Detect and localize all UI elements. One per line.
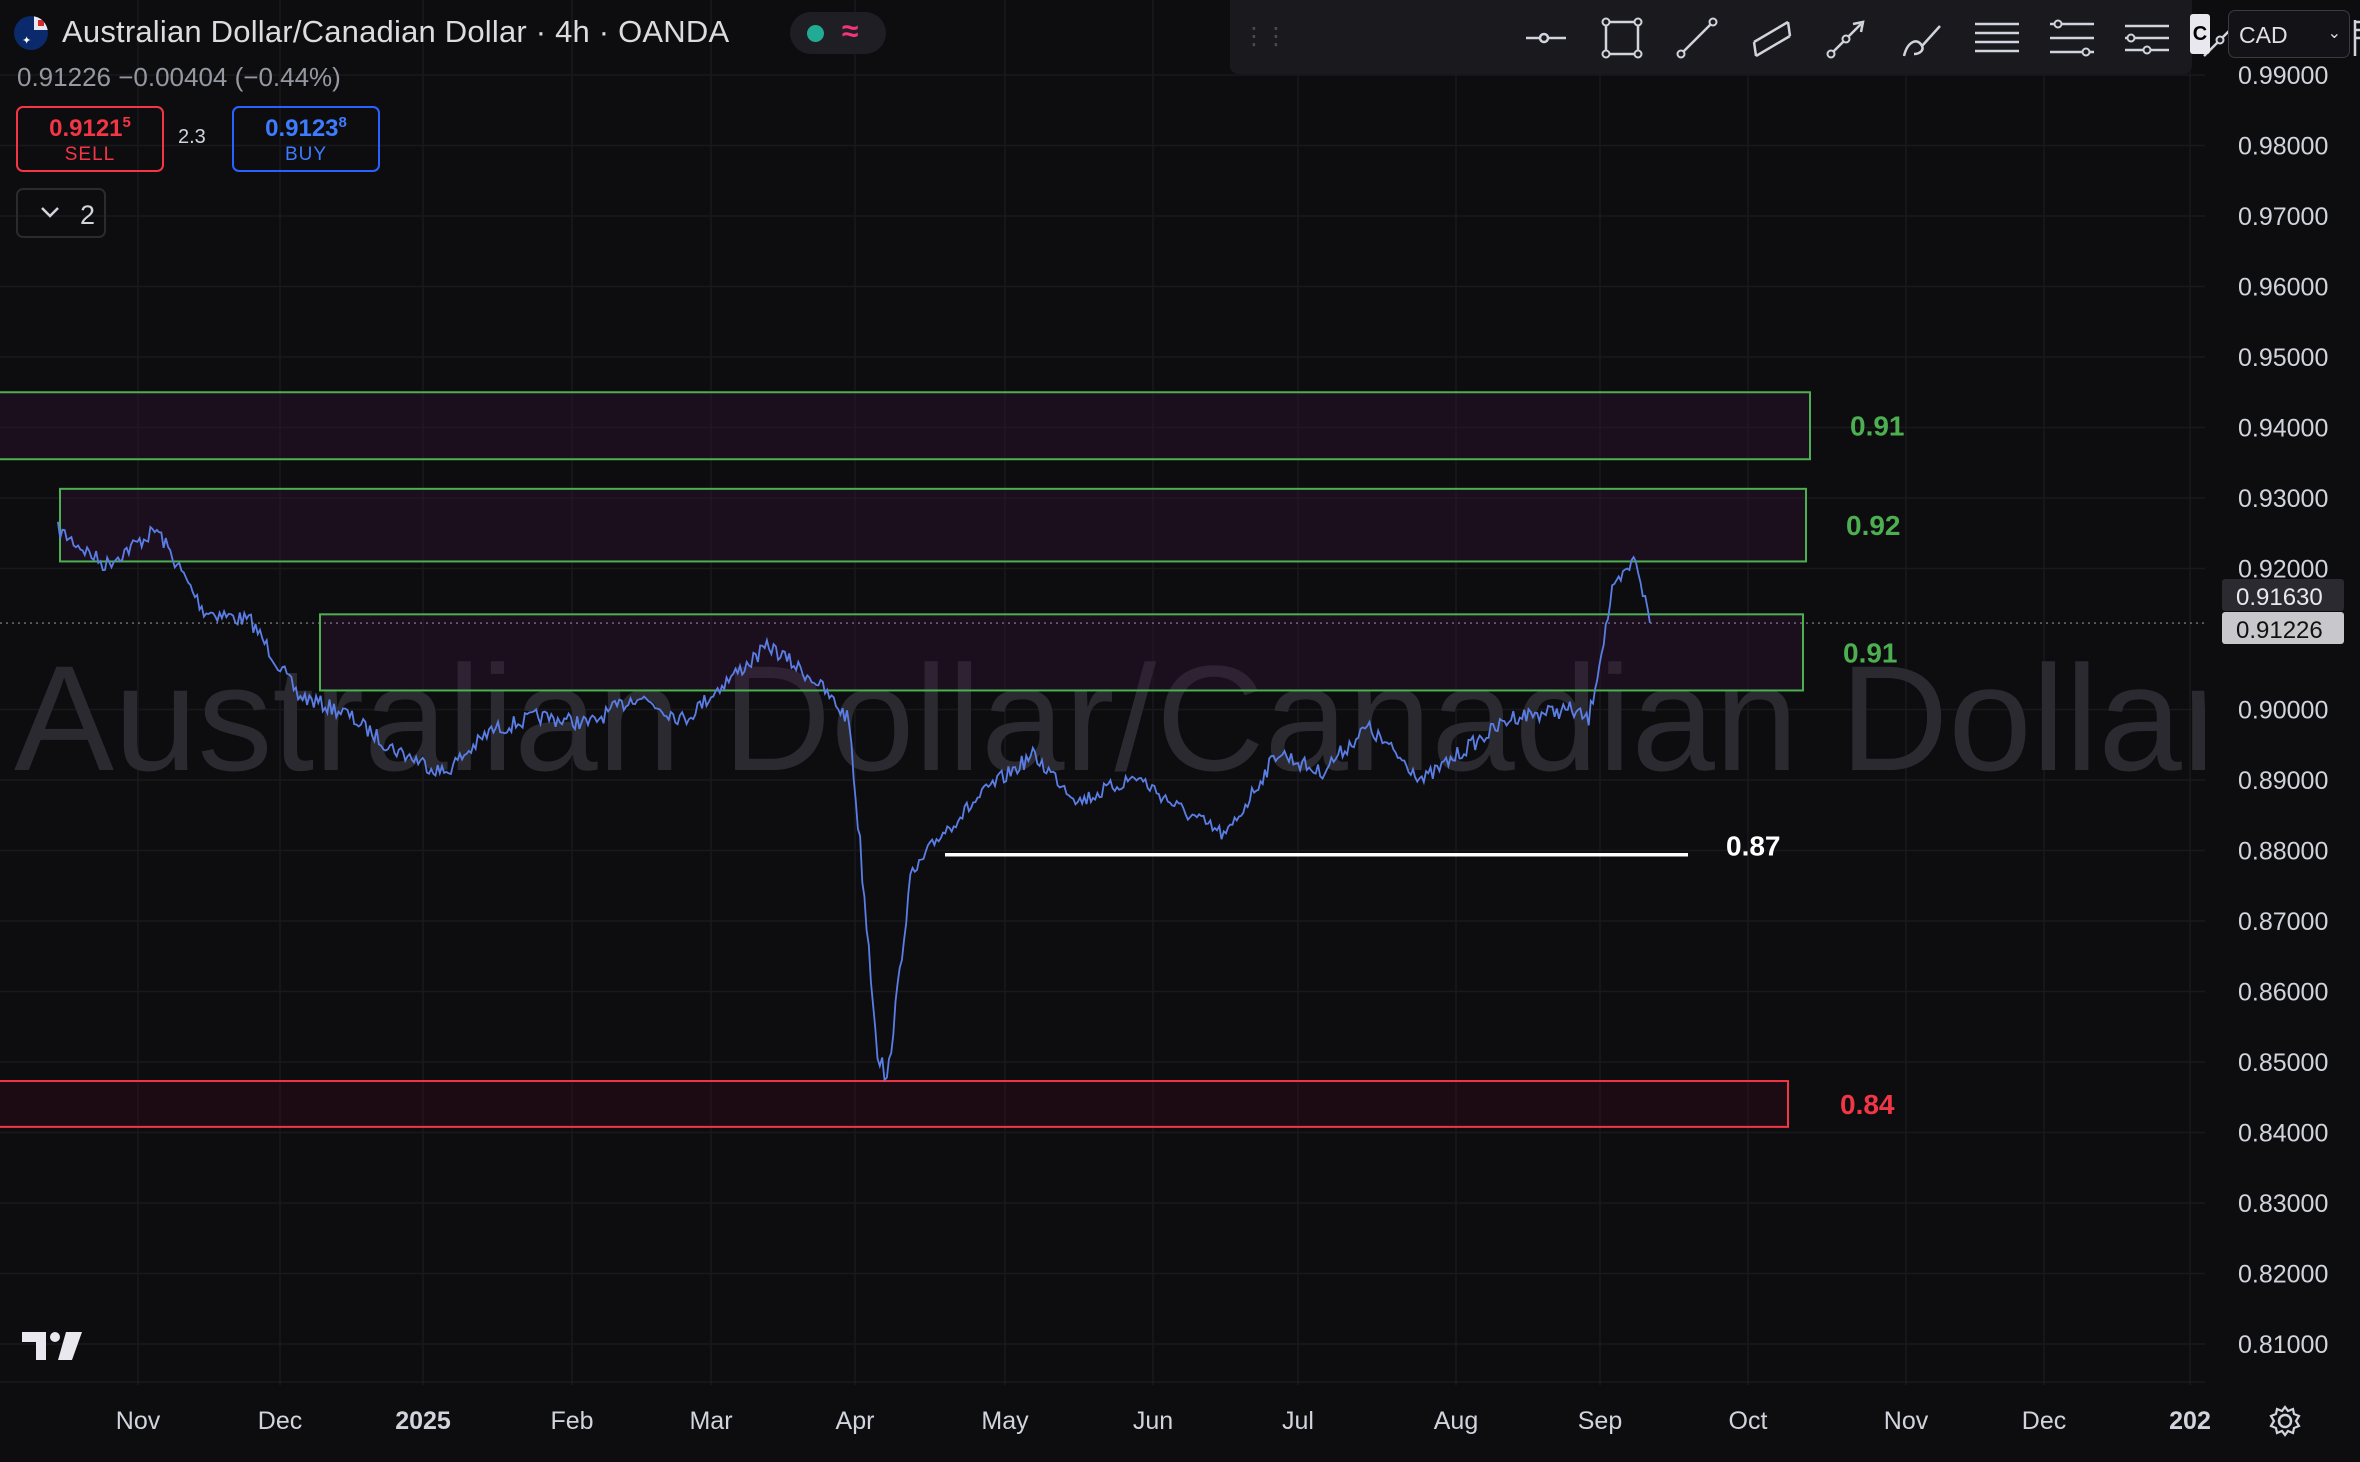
- chart-settings-button[interactable]: [2268, 1404, 2302, 1443]
- brush-tool[interactable]: [1892, 10, 1952, 66]
- currency-value: CAD: [2239, 22, 2288, 48]
- data-delay-icon: ≈: [842, 15, 859, 48]
- x-tick-label: Jun: [1133, 1407, 1173, 1435]
- buy-label: BUY: [284, 144, 328, 165]
- y-tick-label: 0.85000: [2238, 1049, 2328, 1077]
- y-tick-label: 0.95000: [2238, 344, 2328, 372]
- price-axis[interactable]: 0.99000 0.98000 0.97000 0.96000 0.95000 0.940…: [2205, 0, 2360, 1462]
- parallel-channel-icon: [1752, 20, 1792, 58]
- y-tick-label: 0.87000: [2238, 908, 2328, 936]
- trend-line-tool[interactable]: [1667, 10, 1727, 66]
- price-zone[interactable]: [0, 1080, 1789, 1128]
- buy-price: 0.9123: [265, 115, 339, 142]
- x-tick-label: 202: [2169, 1407, 2211, 1435]
- y-tick-label: 0.99000: [2238, 62, 2328, 90]
- chart-canvas[interactable]: Australian Dollar/Canadian Dollar 0.910.…: [0, 0, 2360, 1462]
- chevron-down-icon: [36, 198, 64, 233]
- zone-label: 0.84: [1840, 1089, 1895, 1120]
- compare-icon[interactable]: C: [2190, 14, 2210, 54]
- price-zone[interactable]: [59, 487, 1807, 563]
- price-zone[interactable]: [0, 391, 1811, 461]
- high-price-label: 0.91630: [2236, 584, 2323, 611]
- horizontal-lines-icon: [1975, 22, 2019, 53]
- rectangle-icon: [1601, 17, 1643, 59]
- indicators-collapse-button[interactable]: 2: [16, 188, 106, 238]
- last-price-change: 0.91226 −0.00404 (−0.44%): [17, 62, 341, 92]
- tradingview-logo-icon: [22, 1332, 82, 1360]
- buy-price-pipette: 8: [338, 114, 347, 131]
- flag-icon: [2353, 20, 2360, 56]
- market-status-pill[interactable]: ≈: [790, 12, 886, 54]
- horizontal-ray-tool[interactable]: [1516, 10, 1576, 66]
- horizontal-lines-tool[interactable]: [1967, 10, 2027, 66]
- x-tick-label: Oct: [1729, 1407, 1768, 1435]
- x-tick-label: Nov: [116, 1407, 161, 1435]
- drag-handle-icon[interactable]: ⋮⋮: [1242, 22, 1288, 51]
- sell-label: SELL: [64, 144, 116, 165]
- indicator-count: 2: [80, 200, 96, 230]
- currency-select[interactable]: CAD ⌄: [2228, 10, 2350, 58]
- y-tick-label: 0.98000: [2238, 133, 2328, 161]
- sell-price-pipette: 5: [122, 114, 131, 131]
- pitchfork-icon: [2125, 24, 2169, 55]
- y-tick-label: 0.94000: [2238, 415, 2328, 443]
- horizontal-ray-icon: [1526, 32, 1566, 44]
- parallel-channel-tool[interactable]: [1742, 10, 1802, 66]
- x-tick-label: Dec: [258, 1407, 302, 1435]
- x-tick-label: Feb: [550, 1407, 593, 1435]
- sell-button[interactable]: 0.91215 SELL: [16, 106, 164, 172]
- zone-label: 0.91: [1850, 411, 1905, 442]
- trend-line-icon: [1676, 17, 1718, 59]
- x-tick-label: Nov: [1884, 1407, 1929, 1435]
- tradingview-logo[interactable]: [22, 1328, 86, 1369]
- chevron-down-icon: ⌄: [2327, 25, 2341, 42]
- x-tick-label: 2025: [395, 1407, 451, 1435]
- y-tick-label: 0.84000: [2238, 1120, 2328, 1148]
- drawing-toolbar: ⋮⋮: [1230, 0, 2360, 74]
- x-tick-label: Sep: [1578, 1407, 1622, 1435]
- arrow-tool[interactable]: [1817, 10, 1877, 66]
- x-tick-label: Mar: [689, 1407, 732, 1435]
- pitchfork-tool[interactable]: [2117, 10, 2177, 66]
- y-tick-label: 0.93000: [2238, 485, 2328, 513]
- gear-icon: [2269, 1405, 2301, 1437]
- buy-button[interactable]: 0.91238 BUY: [232, 106, 380, 172]
- australia-flag-icon: ✦: [14, 16, 48, 50]
- y-tick-label: 0.88000: [2238, 838, 2328, 866]
- arrow-icon: [1826, 20, 1865, 59]
- x-tick-label: Aug: [1434, 1407, 1478, 1435]
- spread-value: 2.3: [178, 126, 206, 148]
- current-price-label: 0.91226: [2236, 617, 2323, 644]
- x-tick-label: Jul: [1282, 1407, 1314, 1435]
- x-tick-label: Dec: [2022, 1407, 2066, 1435]
- x-tick-label: Apr: [836, 1407, 875, 1435]
- y-tick-label: 0.81000: [2238, 1331, 2328, 1359]
- brush-icon: [1902, 25, 1941, 57]
- support-line-group[interactable]: 0.87: [945, 831, 1781, 862]
- fib-retracement-tool[interactable]: [2042, 10, 2102, 66]
- rectangle-tool[interactable]: [1592, 10, 1652, 66]
- y-tick-label: 0.82000: [2238, 1261, 2328, 1289]
- y-tick-label: 0.90000: [2238, 697, 2328, 725]
- y-tick-label: 0.89000: [2238, 767, 2328, 795]
- support-line-label: 0.87: [1726, 831, 1781, 862]
- sell-price: 0.9121: [49, 115, 123, 142]
- zone-label: 0.92: [1846, 510, 1901, 541]
- time-axis[interactable]: Nov Dec 2025 Feb Mar Apr May Jun Jul Aug Sep Oct Nov…: [0, 1381, 2211, 1435]
- y-tick-label: 0.97000: [2238, 203, 2328, 231]
- symbol-title[interactable]: Australian Dollar/Canadian Dollar · 4h ·…: [62, 14, 729, 50]
- y-tick-label: 0.96000: [2238, 274, 2328, 302]
- x-tick-label: May: [981, 1407, 1029, 1435]
- market-open-icon: [807, 25, 824, 42]
- zone-label: 0.91: [1843, 637, 1898, 668]
- price-zone[interactable]: [319, 613, 1804, 692]
- fib-retracement-icon: [2050, 19, 2094, 57]
- y-tick-label: 0.83000: [2238, 1190, 2328, 1218]
- y-tick-label: 0.86000: [2238, 979, 2328, 1007]
